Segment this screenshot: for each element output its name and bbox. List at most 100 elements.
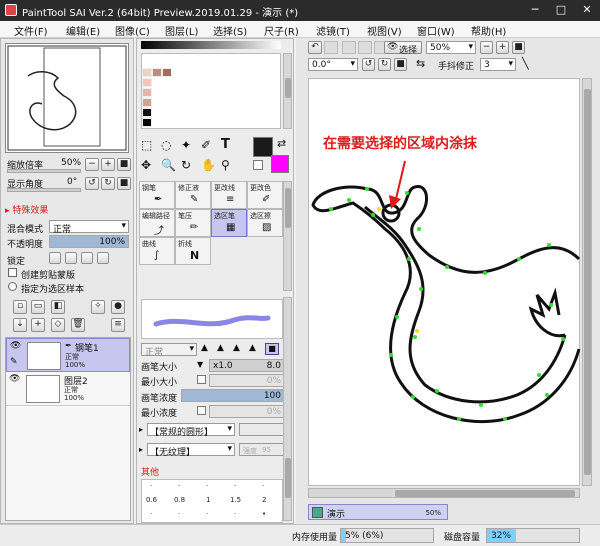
layer-option-button[interactable]: ● [111,300,125,314]
canvas-zoom-reset-button[interactable]: ■ [512,41,525,54]
swatch[interactable] [162,68,172,77]
tool-selection-eraser[interactable]: 选区擦 ▧ [247,209,283,237]
menu-filter[interactable]: 滤镜(T) [316,23,350,38]
navigator-preview[interactable] [5,43,129,153]
density-slider[interactable]: 100 [181,389,285,402]
canvas-rotate-reset-button[interactable]: ■ [394,58,407,71]
primary-color-swatch[interactable] [253,137,273,157]
lock-paint-button[interactable] [65,252,77,264]
rotate-icon[interactable]: ↻ [181,158,191,172]
invert-button[interactable] [358,41,372,54]
merge-down-button[interactable]: ⇣ [13,318,27,332]
tool-pen[interactable]: 钢笔 ✒ [139,181,175,209]
brush-panel-scrollbar[interactable] [283,297,292,521]
swatch[interactable] [142,88,152,97]
size-preset[interactable]: 1 [206,496,210,504]
zoom-in-button[interactable]: + [101,158,115,171]
menu-edit[interactable]: 编辑(E) [66,23,100,38]
dropdown-arrow-icon[interactable]: ▼ [197,360,203,369]
special-effects-header[interactable]: ▸ 特殊效果 [5,203,48,216]
selection-brush-icon[interactable]: ✐ [201,138,211,152]
rotate-reset-button[interactable]: ■ [117,177,131,190]
magic-wand-icon[interactable]: ✦ [181,138,191,152]
flip-horizontal-icon[interactable]: ⇆ [416,57,425,70]
secondary-color-swatch[interactable] [271,155,289,173]
blend-mode-select[interactable]: 正常 ▾ [49,220,129,235]
tool-path-edit[interactable]: 编辑路径 ⤴ [139,209,175,237]
delete-layer-button[interactable]: 🗑 [71,318,85,332]
tool-polyline[interactable]: 折线 N [175,237,211,265]
swatch[interactable] [142,78,152,87]
drawing-canvas[interactable]: 在需要选择的区域内涂抹 [308,78,581,486]
lock-transparency-button[interactable] [49,252,61,264]
menu-help[interactable]: 帮助(H) [471,23,506,38]
swatch[interactable] [142,118,152,127]
menu-file[interactable]: 文件(F) [14,23,48,38]
menu-ruler[interactable]: 尺子(R) [264,23,299,38]
eye-icon[interactable]: 👁 [10,341,21,351]
document-tab[interactable]: 演示 50% [308,504,448,520]
line-tool-icon[interactable]: ╲ [522,57,529,70]
select-toggle[interactable]: 👁 选择 [384,41,422,56]
tip-shape-icon[interactable]: ▲ [249,343,256,353]
lock-move-button[interactable] [81,252,93,264]
tool-color-edit[interactable]: 更改色 ✐ [247,181,283,209]
lasso-icon[interactable]: ◌ [161,138,171,152]
menu-layer[interactable]: 图层(L) [165,23,198,38]
close-button[interactable]: ✕ [574,0,600,21]
tool-correction[interactable]: 修正液 ✎ [175,181,211,209]
expand-arrow-icon[interactable]: ▸ [139,425,143,434]
new-layer-button[interactable]: ▫ [13,300,27,314]
layer-mask-button[interactable]: ◧ [51,300,65,314]
swap-colors-icon[interactable]: ⇄ [277,137,286,150]
text-tool-icon[interactable]: T [221,137,230,152]
other-section-header[interactable]: 其他 [141,465,159,478]
lock-all-button[interactable] [97,252,109,264]
new-folder-button[interactable]: ▭ [31,300,45,314]
menu-view[interactable]: 视图(V) [367,23,402,38]
brush-texture-select[interactable]: 【无纹理】 ▾ [147,443,235,458]
swatch[interactable] [152,68,162,77]
tool-scrollbar[interactable] [283,181,292,291]
brush-tip-shapes[interactable]: ▲ ▲ ▲ ▲ ■ [199,343,285,356]
tool-pressure[interactable]: 笔压 ✏ [175,209,211,237]
size-preset[interactable]: 1.5 [230,496,241,504]
tip-shape-icon[interactable]: ▲ [217,343,224,353]
minimize-button[interactable]: ─ [522,0,548,21]
layer-menu-button[interactable]: ≡ [111,318,125,332]
deselect-button[interactable] [342,41,356,54]
swatch[interactable] [142,108,152,117]
min-density-checkbox[interactable] [197,406,206,415]
canvas-zoom-out-button[interactable]: − [480,41,493,54]
angle-slider[interactable] [7,188,81,192]
swatch-scrollbar[interactable] [283,53,292,129]
clip-mask-checkbox[interactable] [8,268,17,277]
canvas-angle-select[interactable]: 0.0° ▾ [308,58,358,71]
shape-strength-field[interactable] [239,423,285,436]
canvas-zoom-in-button[interactable]: + [496,41,509,54]
canvas-horizontal-scrollbar[interactable] [308,488,580,498]
opacity-slider[interactable]: 100% [49,235,129,248]
brush-size-slider[interactable]: x1.0 8.0 [209,359,285,372]
menu-image[interactable]: 图像(C) [115,23,150,38]
size-preset[interactable]: 0.8 [174,496,185,504]
tool-selection-pen[interactable]: 选区笔 ▦ [211,209,247,237]
add-layer-button[interactable]: + [31,318,45,332]
eyedropper-icon[interactable]: ⚲ [221,158,230,172]
maximize-button[interactable]: □ [548,0,574,21]
menu-window[interactable]: 窗口(W) [417,23,455,38]
menu-select[interactable]: 选择(S) [213,23,247,38]
zoom-reset-button[interactable]: ■ [117,158,131,171]
texture-strength-field[interactable]: 强度 95 [239,443,285,456]
canvas-zoom-select[interactable]: 50% ▾ [426,41,476,54]
min-density-slider[interactable]: 0% [209,405,285,418]
size-preset[interactable]: 2 [262,496,266,504]
swatch[interactable] [142,68,152,77]
canvas-rotate-right-button[interactable]: ↻ [378,58,391,71]
brush-mode-select[interactable]: 正常 ▾ [141,343,197,358]
stabilizer-select[interactable]: 3 ▾ [480,58,516,71]
min-size-slider[interactable]: 0% [209,374,285,387]
zoom-slider[interactable] [7,169,81,173]
rotate-left-button[interactable]: ↺ [85,177,99,190]
eye-icon[interactable]: 👁 [9,374,20,384]
